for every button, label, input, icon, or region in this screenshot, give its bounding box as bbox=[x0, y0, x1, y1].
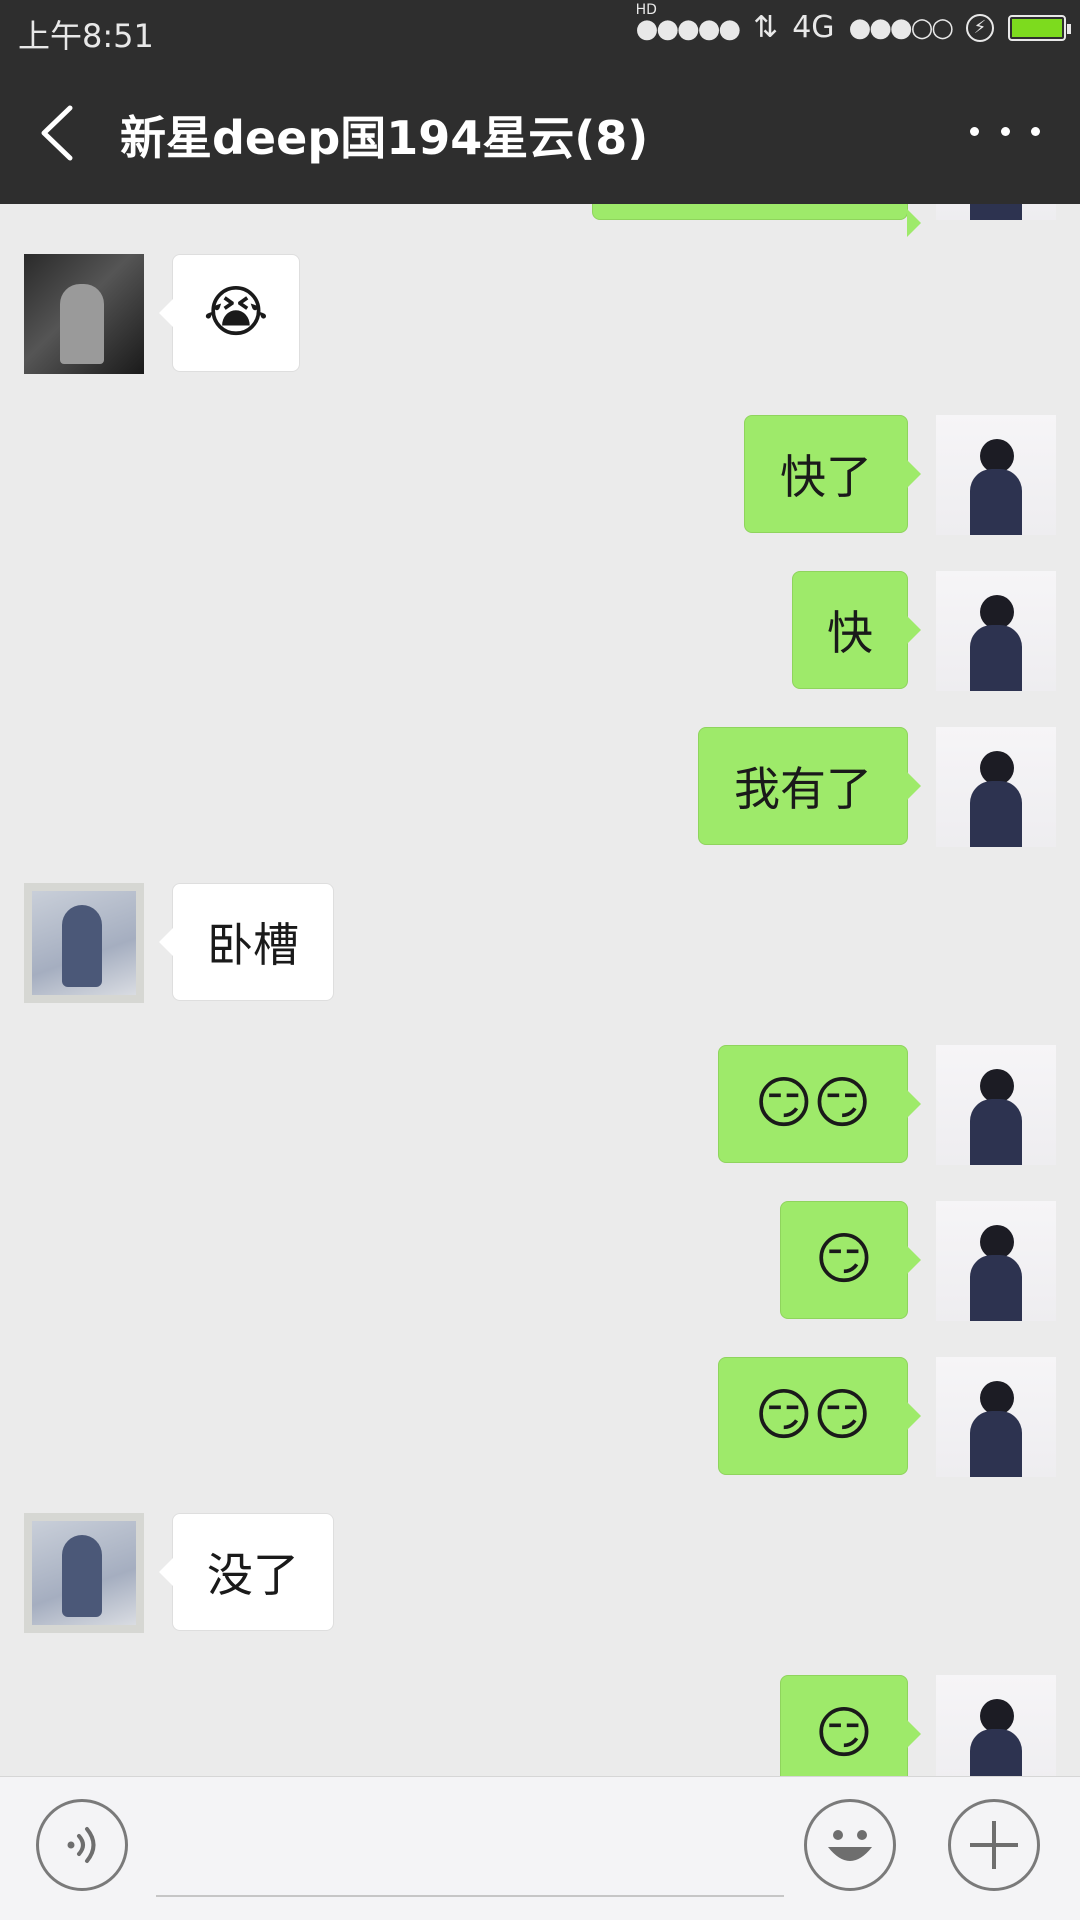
signal-dots: ●●●●● bbox=[635, 14, 741, 44]
chat-title: 新星deep国194星云(8) bbox=[120, 111, 649, 165]
more-dots-icon bbox=[970, 126, 979, 136]
network-type: 4G bbox=[792, 10, 835, 45]
status-bar: 上午8:51 HD ●●●●● ⇅ 4G ●●●○○ ⚡ bbox=[0, 0, 1080, 62]
more-dots-icon bbox=[1031, 126, 1040, 136]
input-bar bbox=[0, 1776, 1080, 1920]
message-bubble[interactable]: 我有了 bbox=[698, 727, 921, 845]
avatar-contact[interactable] bbox=[24, 254, 144, 374]
battery-icon bbox=[1008, 14, 1071, 41]
message-bubble[interactable]: 卧槽 bbox=[159, 883, 334, 1001]
emoji-button[interactable] bbox=[804, 1799, 896, 1891]
message-text: 😏 bbox=[814, 1227, 874, 1292]
message-bubble[interactable]: 😏😏 bbox=[718, 1045, 921, 1163]
avatar-self[interactable] bbox=[936, 727, 1056, 847]
message-bubble[interactable]: 没了 bbox=[159, 1513, 334, 1631]
message-text: 😏😏 bbox=[754, 1383, 872, 1448]
chat-message-list[interactable]: 😭 快了 快 我有了 卧槽 😏😏 😏 😏😏 没了 😏 bbox=[0, 204, 1080, 1776]
hd-label: HD bbox=[635, 2, 657, 18]
voice-icon bbox=[67, 1827, 96, 1863]
message-text: 😭 bbox=[203, 280, 269, 345]
avatar-self[interactable] bbox=[936, 1357, 1056, 1477]
message-text: 快了 bbox=[780, 450, 872, 504]
message-bubble[interactable]: 😏 bbox=[780, 1201, 921, 1319]
avatar-self[interactable] bbox=[936, 1675, 1056, 1776]
message-text: 卧槽 bbox=[207, 918, 299, 972]
avatar-contact[interactable] bbox=[24, 1513, 144, 1633]
signal-strength-icon: HD ●●●●● bbox=[635, 2, 741, 45]
voice-button[interactable] bbox=[36, 1799, 128, 1891]
message-text: 没了 bbox=[207, 1548, 299, 1602]
status-indicators: HD ●●●●● ⇅ 4G ●●●○○ ⚡ bbox=[635, 2, 1071, 45]
message-bubble[interactable]: 😭 bbox=[159, 254, 300, 372]
message-text: 快 bbox=[827, 606, 873, 660]
avatar-self[interactable] bbox=[936, 204, 1056, 220]
chevron-left-icon bbox=[41, 105, 73, 161]
avatar-self[interactable] bbox=[936, 571, 1056, 691]
chat-header: 新星deep国194星云(8) bbox=[0, 62, 1080, 204]
back-button[interactable] bbox=[30, 100, 90, 166]
more-features-button[interactable] bbox=[948, 1799, 1040, 1891]
message-text: 😏 bbox=[814, 1701, 874, 1766]
avatar-self[interactable] bbox=[936, 1045, 1056, 1165]
message-bubble[interactable]: 快 bbox=[792, 571, 921, 689]
message-text: 😏😏 bbox=[754, 1071, 872, 1136]
more-dots-icon bbox=[1000, 126, 1010, 136]
data-arrows-icon: ⇅ bbox=[753, 10, 779, 45]
charging-icon: ⚡ bbox=[966, 13, 994, 42]
avatar-contact[interactable] bbox=[24, 883, 144, 1003]
plus-icon bbox=[970, 1821, 1018, 1869]
battery-fill bbox=[1012, 18, 1062, 37]
avatar-self[interactable] bbox=[936, 415, 1056, 535]
message-input[interactable] bbox=[156, 1807, 784, 1897]
message-bubble-partial[interactable] bbox=[592, 204, 921, 237]
more-button[interactable] bbox=[970, 106, 1040, 156]
message-text: 我有了 bbox=[734, 762, 872, 816]
message-bubble[interactable]: 😏 bbox=[780, 1675, 921, 1776]
signal-strength-secondary: ●●●○○ bbox=[848, 12, 954, 43]
status-time: 上午8:51 bbox=[18, 17, 154, 55]
message-bubble[interactable]: 快了 bbox=[744, 415, 921, 533]
emoji-icon bbox=[828, 1830, 872, 1861]
message-bubble[interactable]: 😏😏 bbox=[718, 1357, 921, 1475]
avatar-self[interactable] bbox=[936, 1201, 1056, 1321]
